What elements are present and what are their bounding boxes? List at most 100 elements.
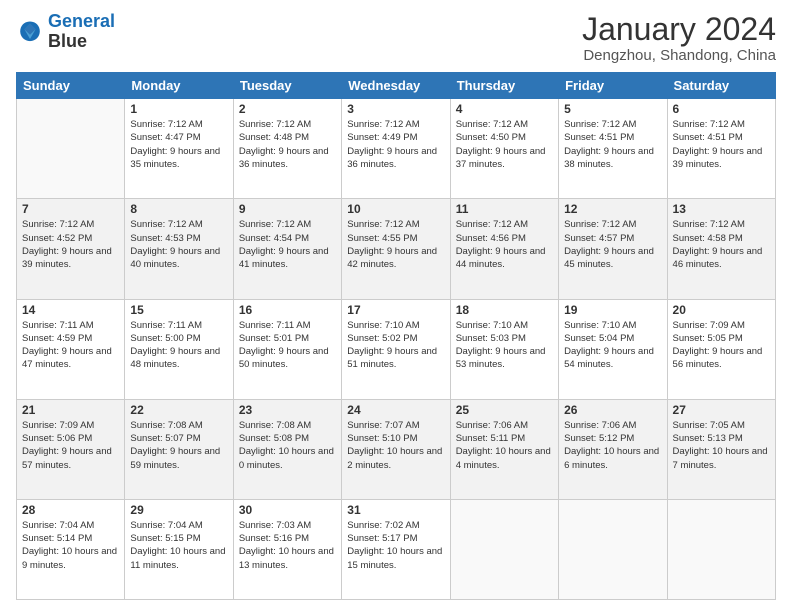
table-row: 13 Sunrise: 7:12 AM Sunset: 4:58 PM Dayli… (667, 199, 775, 299)
day-number: 28 (22, 503, 119, 517)
day-info: Sunrise: 7:10 AM Sunset: 5:03 PM Dayligh… (456, 319, 553, 372)
col-friday: Friday (559, 73, 667, 99)
day-info: Sunrise: 7:02 AM Sunset: 5:17 PM Dayligh… (347, 519, 444, 572)
day-info: Sunrise: 7:10 AM Sunset: 5:02 PM Dayligh… (347, 319, 444, 372)
table-row: 10 Sunrise: 7:12 AM Sunset: 4:55 PM Dayli… (342, 199, 450, 299)
table-row: 31 Sunrise: 7:02 AM Sunset: 5:17 PM Dayli… (342, 499, 450, 599)
table-row: 16 Sunrise: 7:11 AM Sunset: 5:01 PM Dayli… (233, 299, 341, 399)
logo-line1: General (48, 11, 115, 31)
table-row: 5Sunrise: 7:12 AM Sunset: 4:51 PM Daylig… (559, 99, 667, 199)
table-row (667, 499, 775, 599)
calendar-table: Sunday Monday Tuesday Wednesday Thursday… (16, 72, 776, 600)
day-info: Sunrise: 7:12 AM Sunset: 4:48 PM Dayligh… (239, 118, 336, 171)
day-info: Sunrise: 7:12 AM Sunset: 4:49 PM Dayligh… (347, 118, 444, 171)
day-info: Sunrise: 7:08 AM Sunset: 5:08 PM Dayligh… (239, 419, 336, 472)
table-row: 30 Sunrise: 7:03 AM Sunset: 5:16 PM Dayli… (233, 499, 341, 599)
day-info: Sunrise: 7:12 AM Sunset: 4:50 PM Dayligh… (456, 118, 553, 171)
day-info: Sunrise: 7:04 AM Sunset: 5:14 PM Dayligh… (22, 519, 119, 572)
day-info: Sunrise: 7:09 AM Sunset: 5:05 PM Dayligh… (673, 319, 770, 372)
day-info: Sunrise: 7:11 AM Sunset: 4:59 PM Dayligh… (22, 319, 119, 372)
calendar-week-row: 7 Sunrise: 7:12 AM Sunset: 4:52 PM Daylig… (17, 199, 776, 299)
day-info: Sunrise: 7:12 AM Sunset: 4:55 PM Dayligh… (347, 218, 444, 271)
header: General Blue January 2024 Dengzhou, Shan… (16, 12, 776, 64)
title-block: January 2024 Dengzhou, Shandong, China (582, 12, 776, 64)
calendar-week-row: 14 Sunrise: 7:11 AM Sunset: 4:59 PM Dayli… (17, 299, 776, 399)
day-number: 3 (347, 102, 444, 116)
day-info: Sunrise: 7:10 AM Sunset: 5:04 PM Dayligh… (564, 319, 661, 372)
day-number: 8 (130, 202, 227, 216)
day-number: 12 (564, 202, 661, 216)
day-number: 10 (347, 202, 444, 216)
table-row: 22Sunrise: 7:08 AM Sunset: 5:07 PM Dayli… (125, 399, 233, 499)
day-info: Sunrise: 7:11 AM Sunset: 5:01 PM Dayligh… (239, 319, 336, 372)
day-number: 23 (239, 403, 336, 417)
table-row: 14 Sunrise: 7:11 AM Sunset: 4:59 PM Dayli… (17, 299, 125, 399)
day-number: 7 (22, 202, 119, 216)
logo-line2: Blue (48, 32, 115, 52)
table-row (450, 499, 558, 599)
calendar-week-row: 28 Sunrise: 7:04 AM Sunset: 5:14 PM Dayli… (17, 499, 776, 599)
day-number: 22 (130, 403, 227, 417)
table-row: 4 Sunrise: 7:12 AM Sunset: 4:50 PM Daylig… (450, 99, 558, 199)
page: General Blue January 2024 Dengzhou, Shan… (0, 0, 792, 612)
table-row: 8Sunrise: 7:12 AM Sunset: 4:53 PM Daylig… (125, 199, 233, 299)
day-info: Sunrise: 7:05 AM Sunset: 5:13 PM Dayligh… (673, 419, 770, 472)
table-row: 6Sunrise: 7:12 AM Sunset: 4:51 PM Daylig… (667, 99, 775, 199)
day-info: Sunrise: 7:12 AM Sunset: 4:58 PM Dayligh… (673, 218, 770, 271)
day-info: Sunrise: 7:12 AM Sunset: 4:54 PM Dayligh… (239, 218, 336, 271)
col-wednesday: Wednesday (342, 73, 450, 99)
day-info: Sunrise: 7:06 AM Sunset: 5:12 PM Dayligh… (564, 419, 661, 472)
table-row: 17 Sunrise: 7:10 AM Sunset: 5:02 PM Dayli… (342, 299, 450, 399)
table-row: 12 Sunrise: 7:12 AM Sunset: 4:57 PM Dayli… (559, 199, 667, 299)
table-row: 15 Sunrise: 7:11 AM Sunset: 5:00 PM Dayli… (125, 299, 233, 399)
table-row: 25Sunrise: 7:06 AM Sunset: 5:11 PM Dayli… (450, 399, 558, 499)
table-row: 9 Sunrise: 7:12 AM Sunset: 4:54 PM Daylig… (233, 199, 341, 299)
day-info: Sunrise: 7:03 AM Sunset: 5:16 PM Dayligh… (239, 519, 336, 572)
day-info: Sunrise: 7:11 AM Sunset: 5:00 PM Dayligh… (130, 319, 227, 372)
day-number: 26 (564, 403, 661, 417)
day-number: 21 (22, 403, 119, 417)
day-number: 29 (130, 503, 227, 517)
table-row: 20 Sunrise: 7:09 AM Sunset: 5:05 PM Dayli… (667, 299, 775, 399)
day-number: 20 (673, 303, 770, 317)
table-row: 19 Sunrise: 7:10 AM Sunset: 5:04 PM Dayli… (559, 299, 667, 399)
day-number: 19 (564, 303, 661, 317)
day-number: 30 (239, 503, 336, 517)
table-row (17, 99, 125, 199)
day-info: Sunrise: 7:12 AM Sunset: 4:57 PM Dayligh… (564, 218, 661, 271)
day-info: Sunrise: 7:12 AM Sunset: 4:51 PM Dayligh… (564, 118, 661, 171)
day-number: 13 (673, 202, 770, 216)
table-row: 21Sunrise: 7:09 AM Sunset: 5:06 PM Dayli… (17, 399, 125, 499)
calendar-week-row: 21Sunrise: 7:09 AM Sunset: 5:06 PM Dayli… (17, 399, 776, 499)
day-number: 11 (456, 202, 553, 216)
col-saturday: Saturday (667, 73, 775, 99)
col-tuesday: Tuesday (233, 73, 341, 99)
day-number: 4 (456, 102, 553, 116)
col-thursday: Thursday (450, 73, 558, 99)
day-number: 14 (22, 303, 119, 317)
day-info: Sunrise: 7:12 AM Sunset: 4:52 PM Dayligh… (22, 218, 119, 271)
logo-icon (16, 18, 44, 46)
day-info: Sunrise: 7:12 AM Sunset: 4:56 PM Dayligh… (456, 218, 553, 271)
col-sunday: Sunday (17, 73, 125, 99)
day-number: 16 (239, 303, 336, 317)
day-number: 1 (130, 102, 227, 116)
table-row: 24Sunrise: 7:07 AM Sunset: 5:10 PM Dayli… (342, 399, 450, 499)
day-number: 18 (456, 303, 553, 317)
day-number: 27 (673, 403, 770, 417)
month-title: January 2024 (582, 12, 776, 47)
table-row (559, 499, 667, 599)
table-row: 29 Sunrise: 7:04 AM Sunset: 5:15 PM Dayli… (125, 499, 233, 599)
day-number: 9 (239, 202, 336, 216)
day-number: 31 (347, 503, 444, 517)
day-number: 17 (347, 303, 444, 317)
day-info: Sunrise: 7:12 AM Sunset: 4:51 PM Dayligh… (673, 118, 770, 171)
calendar-week-row: 1Sunrise: 7:12 AM Sunset: 4:47 PM Daylig… (17, 99, 776, 199)
logo: General Blue (16, 12, 115, 52)
table-row: 1Sunrise: 7:12 AM Sunset: 4:47 PM Daylig… (125, 99, 233, 199)
day-info: Sunrise: 7:04 AM Sunset: 5:15 PM Dayligh… (130, 519, 227, 572)
calendar-header-row: Sunday Monday Tuesday Wednesday Thursday… (17, 73, 776, 99)
day-info: Sunrise: 7:06 AM Sunset: 5:11 PM Dayligh… (456, 419, 553, 472)
day-number: 15 (130, 303, 227, 317)
table-row: 3 Sunrise: 7:12 AM Sunset: 4:49 PM Daylig… (342, 99, 450, 199)
